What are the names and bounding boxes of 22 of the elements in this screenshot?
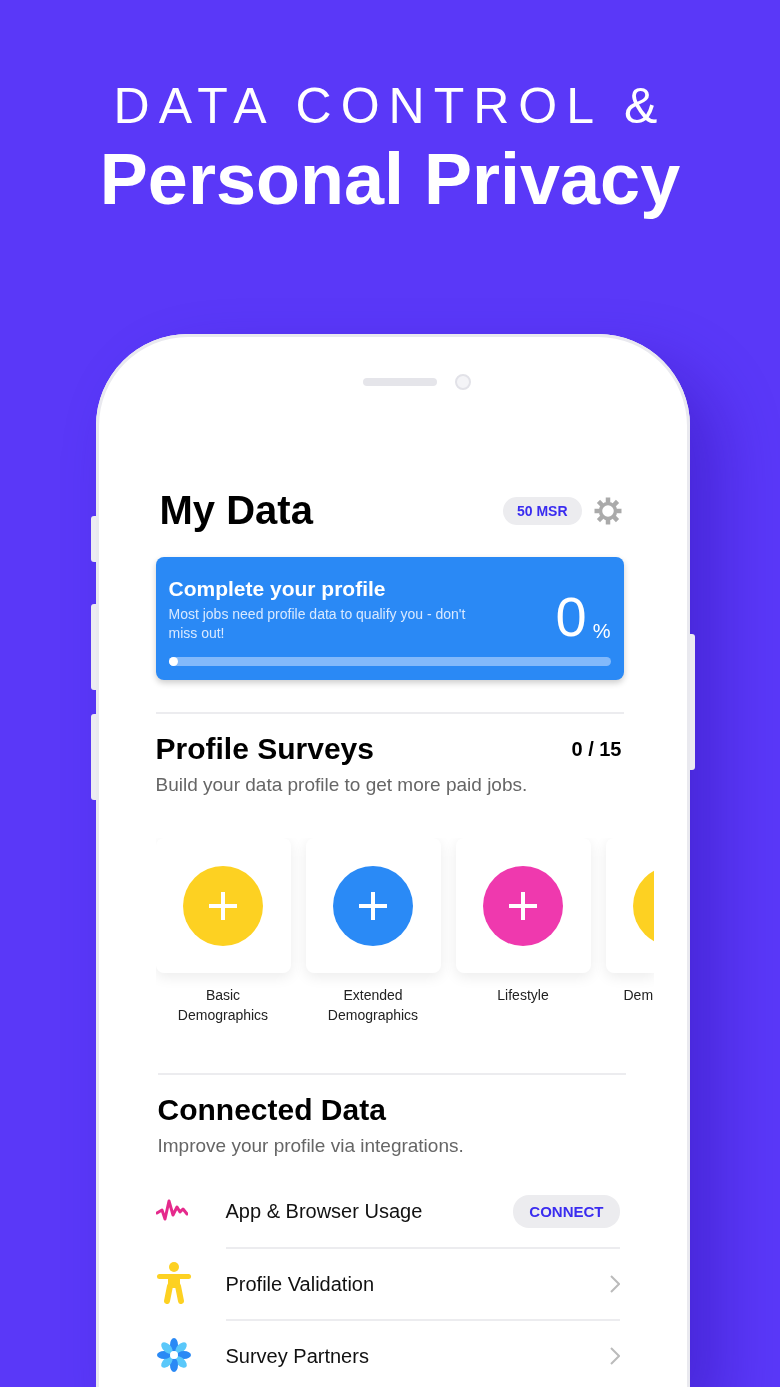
connect-button[interactable]: CONNECT [513,1194,620,1228]
card-title: Complete your profile [168,577,387,601]
section-title: Profile Surveys [155,732,374,766]
headline: Personal Privacy [99,138,681,221]
card-text: Most jobs need profile data to qualify you - don't miss out! [168,605,467,643]
balance-badge: 50 MSR [502,496,582,525]
integration-label: Survey Partners [225,1344,370,1368]
headline: DATA CONTROL & [113,78,667,134]
percent-value: 0 [555,591,587,643]
integration-label: Profile Validation [225,1272,376,1296]
section-subtitle: Build your data profile to get more paid jobs. [155,774,529,796]
page-title: My Data [159,488,315,533]
survey-label: Basic Demographics [176,986,270,1025]
percent-sign: % [592,620,611,643]
integration-label: App & Browser Usage [225,1199,424,1223]
survey-label: Extended Demographics [326,986,420,1025]
survey-label: Lifestyle [496,986,550,1005]
section-title: Connected Data [157,1093,386,1127]
section-subtitle: Improve your profile via integrations. [157,1135,465,1157]
profile-card[interactable]: Complete your profile Most jobs need profile data to qualify you - don't miss out! 0% [155,557,624,680]
survey-count: 0 / 15 [571,737,622,761]
survey-label: Dem [622,986,654,1005]
